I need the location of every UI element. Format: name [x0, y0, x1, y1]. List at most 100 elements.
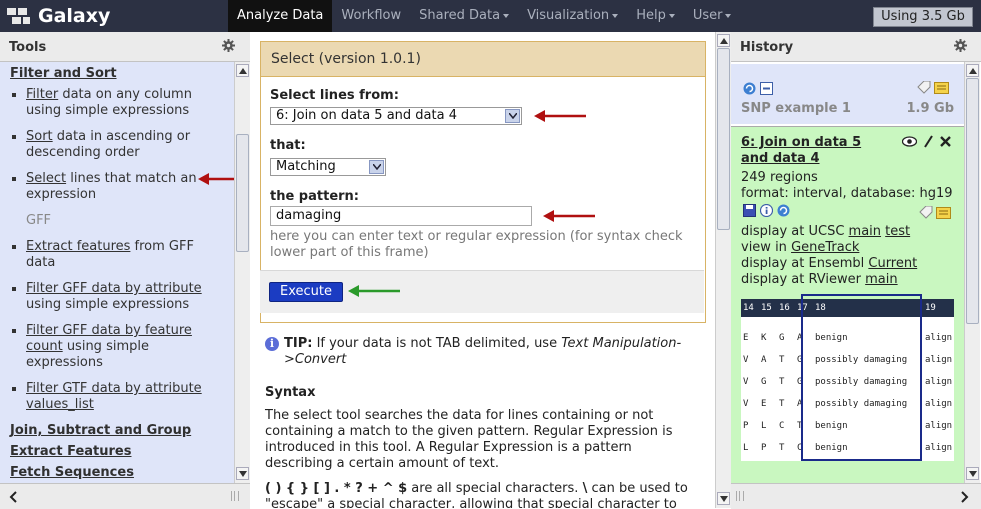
select-lines-label: Select lines from: [270, 88, 399, 103]
syntax-description: The select tool searches the data for li… [265, 408, 673, 471]
tool-filter-gff-feature-count: Filter GFF data by feature count using s… [12, 323, 206, 371]
pencil-icon[interactable] [923, 135, 934, 148]
peek-cell: C [779, 421, 785, 431]
nav-user[interactable]: User [684, 0, 741, 32]
nav-analyze-data[interactable]: Analyze Data [228, 0, 333, 32]
nav-workflow[interactable]: Workflow [332, 0, 410, 32]
ensembl-link[interactable]: Current [868, 256, 917, 271]
history-name[interactable]: SNP example 1 [741, 101, 851, 116]
chevron-down-icon [505, 109, 520, 123]
section-fetch[interactable]: Fetch Sequences [10, 465, 134, 480]
dataset-format: format: interval, database: hg19 [741, 186, 953, 201]
dataset-title[interactable]: 6: Join on data 5 and data 4 [741, 135, 891, 167]
dataset-title-link[interactable]: 6: Join on data 5 and data 4 [741, 135, 861, 166]
tool-filter-gtf-attribute: Filter GTF data by attribute values_list [12, 381, 206, 413]
peek-cell: K [761, 333, 767, 343]
section-filter-sort[interactable]: Filter and Sort [10, 66, 117, 81]
tool-link-filter-gff-attribute[interactable]: Filter GFF data by attribute [26, 281, 202, 296]
tag-icon[interactable] [917, 81, 931, 94]
chevron-left-icon[interactable] [9, 491, 17, 503]
scroll-thumb[interactable] [717, 48, 730, 230]
tool-select: Select lines that match an expression [12, 171, 201, 203]
main-nav: Analyze Data Workflow Shared Data Visual… [228, 0, 740, 32]
scroll-down-button[interactable] [966, 467, 979, 480]
scroll-thumb[interactable] [236, 134, 249, 252]
nav-label: Visualization [527, 8, 610, 23]
tool-desc: using simple expressions [26, 297, 190, 312]
tool-link-select[interactable]: Select [26, 171, 66, 186]
rviewer-prefix: display at RViewer [741, 272, 866, 287]
brand[interactable]: Galaxy [6, 3, 110, 29]
peek-cell: A [761, 355, 767, 365]
peek-col-header: 14 [743, 303, 754, 313]
bullet [12, 177, 16, 181]
eye-icon[interactable] [902, 136, 917, 147]
section-extract[interactable]: Extract Features [10, 444, 132, 459]
match-type-dropdown[interactable]: Matching [270, 158, 386, 176]
ucsc-test-link[interactable]: test [885, 224, 910, 239]
peek-cell: G [761, 377, 767, 387]
rerun-icon[interactable] [777, 204, 790, 217]
delete-icon[interactable] [939, 135, 952, 148]
tools-header: Tools [0, 32, 250, 62]
resize-grip-icon[interactable] [231, 491, 239, 501]
peek-cell: align [925, 333, 953, 343]
collapse-icon[interactable] [760, 82, 773, 95]
tag-icon[interactable] [919, 206, 933, 219]
center-scrollbar[interactable] [715, 32, 731, 508]
chevron-right-icon[interactable] [961, 491, 969, 503]
annotation-arrow-red [198, 173, 234, 185]
form-title: Select (version 1.0.1) [261, 42, 705, 77]
annotate-icon[interactable] [934, 81, 949, 94]
gff-label: GFF [26, 213, 52, 228]
history-footer [731, 483, 981, 509]
scroll-thumb[interactable] [966, 78, 979, 324]
genetrack-link[interactable]: GeneTrack [791, 240, 859, 255]
save-icon[interactable] [743, 204, 756, 217]
nav-shared-data[interactable]: Shared Data [410, 0, 518, 32]
tool-extract-features: Extract features from GFF data [12, 239, 226, 271]
rviewer-link[interactable]: main [865, 272, 897, 287]
peek-cell: P [743, 421, 749, 431]
tools-scrollbar[interactable] [234, 62, 250, 483]
quota-meter: Using 3.5 Gb [873, 7, 973, 27]
scroll-up-button[interactable] [717, 34, 730, 47]
ucsc-prefix: display at UCSC [741, 224, 849, 239]
tool-link-sort[interactable]: Sort [26, 129, 53, 144]
select-lines-dropdown[interactable]: 6: Join on data 5 and data 4 [270, 107, 522, 125]
scroll-down-button[interactable] [236, 467, 249, 480]
match-type-value: Matching [276, 159, 336, 174]
peek-cell: align [925, 443, 953, 453]
annotate-icon[interactable] [936, 206, 951, 219]
execute-button[interactable]: Execute [269, 282, 343, 302]
gear-icon[interactable] [954, 39, 967, 52]
tool-link-filter[interactable]: Filter [26, 87, 58, 102]
section-join[interactable]: Join, Subtract and Group [10, 423, 191, 438]
tool-link-filter-gtf-attribute[interactable]: Filter GTF data by attribute values_list [26, 381, 202, 412]
nav-help[interactable]: Help [627, 0, 684, 32]
tool-form-panel: Select (version 1.0.1) Select lines from… [250, 32, 715, 508]
resize-grip-icon[interactable] [736, 491, 744, 501]
gear-icon[interactable] [222, 39, 235, 52]
info-icon[interactable] [760, 204, 773, 217]
peek-cell: T [779, 377, 785, 387]
ucsc-main-link[interactable]: main [849, 224, 881, 239]
pattern-input[interactable]: damaging [270, 206, 532, 226]
ensembl-prefix: display at Ensembl [741, 256, 869, 271]
tools-title: Tools [9, 40, 47, 55]
annotation-arrow-green [348, 285, 400, 297]
peek-col-header: 19 [925, 303, 936, 313]
nav-visualization[interactable]: Visualization [518, 0, 627, 32]
special-rest: are all special characters. [407, 481, 583, 496]
scroll-down-button[interactable] [717, 492, 730, 505]
scroll-up-button[interactable] [966, 64, 979, 77]
tip-label: TIP: [284, 336, 313, 351]
history-scrollbar[interactable] [964, 62, 980, 483]
peek-cell: G [779, 333, 785, 343]
execute-row: Execute [260, 270, 704, 313]
refresh-icon[interactable] [743, 82, 756, 95]
peek-cell: E [743, 333, 749, 343]
scroll-up-button[interactable] [236, 64, 249, 77]
peek-cell: V [743, 399, 749, 409]
tool-link-extract-features[interactable]: Extract features [26, 239, 130, 254]
